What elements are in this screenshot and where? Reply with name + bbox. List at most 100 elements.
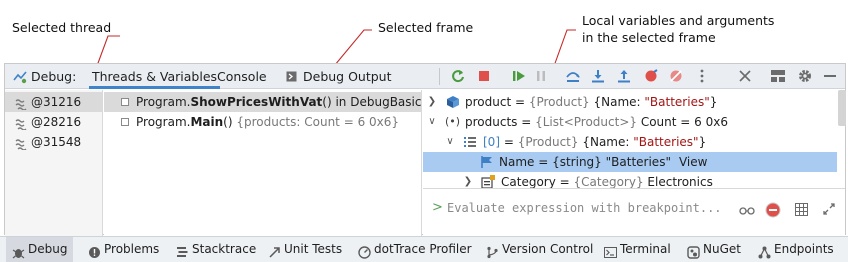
tool-label: Unit Tests xyxy=(284,242,343,256)
unit-tests-icon xyxy=(268,243,281,258)
variable-type: {Product} xyxy=(528,95,590,109)
version-control-icon xyxy=(486,243,499,259)
tool-version-control[interactable]: Version Control xyxy=(484,237,593,262)
variable-type: {Product} xyxy=(517,135,579,149)
tool-stacktrace[interactable]: Stacktrace xyxy=(174,237,256,262)
variable-row[interactable]: ❯ Category = {Category} Electronics xyxy=(423,172,837,188)
property-icon xyxy=(480,155,494,169)
expand-icon[interactable] xyxy=(823,203,835,215)
annotation-selected-frame: Selected frame xyxy=(378,20,474,35)
debug-label: Debug: xyxy=(31,69,77,84)
run-to-cursor-icon[interactable] xyxy=(643,68,659,84)
expand-arrow-icon[interactable]: ❯ xyxy=(463,172,473,188)
stop-icon[interactable] xyxy=(476,68,492,84)
frame-class: Program. xyxy=(136,115,191,129)
terminal-icon xyxy=(604,243,617,258)
frame-icon xyxy=(121,98,129,106)
step-into-icon[interactable] xyxy=(590,68,606,84)
tool-endpoints[interactable]: Endpoints xyxy=(756,237,834,262)
problems-icon xyxy=(88,243,101,258)
more-icon[interactable] xyxy=(694,68,710,84)
view-link[interactable]: View xyxy=(679,155,707,169)
calculator-icon[interactable] xyxy=(795,203,808,216)
variable-value: {Name: xyxy=(589,95,645,109)
evaluate-prompt: > xyxy=(432,200,443,215)
list-item-icon xyxy=(463,135,477,149)
variable-string: "Batteries" xyxy=(605,155,671,169)
stacktrace-icon xyxy=(176,243,189,257)
tool-label: Version Control xyxy=(502,242,594,256)
debug-icon xyxy=(12,243,25,259)
variable-type: {Category} xyxy=(573,175,644,188)
toolbar-separator xyxy=(439,68,440,85)
variable-row[interactable]: Name = {string} "Batteries" View xyxy=(423,152,837,172)
variable-close: } xyxy=(698,135,707,149)
variable-name: Category xyxy=(501,175,556,188)
evaluate-expression-bar[interactable]: > Evaluate expression with breakpoint... xyxy=(423,188,845,235)
thread-name: @31548 xyxy=(31,135,82,149)
variable-string: "Batteries" xyxy=(644,95,710,109)
frame-class: Program. xyxy=(136,95,191,109)
frame-row[interactable]: Program.ShowPricesWithVat() in DebugBasi… xyxy=(104,92,421,112)
enum-icon xyxy=(481,175,495,188)
step-over-icon[interactable] xyxy=(565,68,581,84)
variable-row[interactable]: ∨ [0] = {Product} {Name: "Batteries"} xyxy=(423,132,837,152)
collapse-arrow-icon[interactable]: ∨ xyxy=(445,132,455,152)
variable-equals: = xyxy=(534,155,553,169)
tool-terminal[interactable]: Terminal xyxy=(602,237,671,262)
variable-type: {List<Product>} xyxy=(535,115,638,129)
resume-icon[interactable] xyxy=(511,68,527,84)
minimize-icon[interactable] xyxy=(822,68,838,84)
variable-equals: = xyxy=(555,175,574,188)
variable-close: } xyxy=(709,95,718,109)
tab-threads-variables[interactable]: Threads & Variables xyxy=(89,64,221,89)
thread-row[interactable]: @31548 xyxy=(5,132,102,152)
tab-debug-output[interactable]: Debug Output xyxy=(303,64,392,89)
variable-equals: = xyxy=(517,115,536,129)
tool-problems[interactable]: Problems xyxy=(86,237,159,262)
variable-row[interactable]: ❯ product = {Product} {Name: "Batteries"… xyxy=(423,92,837,112)
debug-tool-window: Debug: Threads & Variables Console Debug… xyxy=(4,63,846,236)
collapse-arrow-icon[interactable]: ∨ xyxy=(427,112,437,132)
thread-row[interactable]: @31216 xyxy=(5,92,102,112)
thread-icon xyxy=(15,116,27,131)
rerun-icon[interactable] xyxy=(450,68,466,84)
frame-method: ShowPricesWithVat xyxy=(190,95,323,109)
variable-row[interactable]: ∨ (•) products = {List<Product>} Count =… xyxy=(423,112,837,132)
tool-label: Terminal xyxy=(620,242,671,256)
annotation-locals-line2: in the selected frame xyxy=(582,30,716,45)
variable-equals: = xyxy=(500,135,518,149)
evaluate-input[interactable]: Evaluate expression with breakpoint... xyxy=(447,201,722,215)
stop-on-exception-icon[interactable] xyxy=(765,202,781,218)
tool-debug[interactable]: Debug xyxy=(6,237,73,262)
expand-arrow-icon[interactable]: ❯ xyxy=(427,92,437,112)
thread-row[interactable]: @28216 xyxy=(5,112,102,132)
tool-label: Problems xyxy=(104,242,160,256)
frame-row[interactable]: Program.Main() {products: Count = 6 0x6} xyxy=(104,112,421,132)
tool-dottrace-profiler[interactable]: dotTrace Profiler xyxy=(356,237,472,262)
settings-icon[interactable] xyxy=(797,68,813,84)
variable-value: {Name: xyxy=(578,135,634,149)
tool-label: dotTrace Profiler xyxy=(374,242,472,256)
annotation-selected-thread: Selected thread xyxy=(12,20,112,35)
debug-tab-bar: Debug: Threads & Variables Console Debug… xyxy=(5,64,845,89)
local-variable-icon: (•) xyxy=(445,115,461,128)
close-icon[interactable] xyxy=(737,68,753,84)
tab-console[interactable]: Console xyxy=(217,64,267,89)
variables-tree: ❯ product = {Product} {Name: "Batteries"… xyxy=(423,90,837,188)
frame-location: () xyxy=(223,115,237,129)
tool-nuget[interactable]: NuGet xyxy=(685,237,741,262)
thread-icon xyxy=(15,136,27,151)
variables-scrollbar[interactable] xyxy=(838,90,846,126)
threads-list: @31216 @28216 @31548 xyxy=(5,90,103,236)
layout-icon[interactable] xyxy=(770,68,786,84)
tool-label: Endpoints xyxy=(774,242,834,256)
step-out-icon[interactable] xyxy=(616,68,632,84)
mute-breakpoints-icon[interactable] xyxy=(668,68,684,84)
variable-equals: = xyxy=(511,95,529,109)
debug-output-icon xyxy=(286,71,297,82)
pause-icon[interactable] xyxy=(533,68,549,84)
tool-unit-tests[interactable]: Unit Tests xyxy=(266,237,342,262)
thread-name: @28216 xyxy=(31,115,82,129)
glasses-icon[interactable] xyxy=(739,205,755,215)
